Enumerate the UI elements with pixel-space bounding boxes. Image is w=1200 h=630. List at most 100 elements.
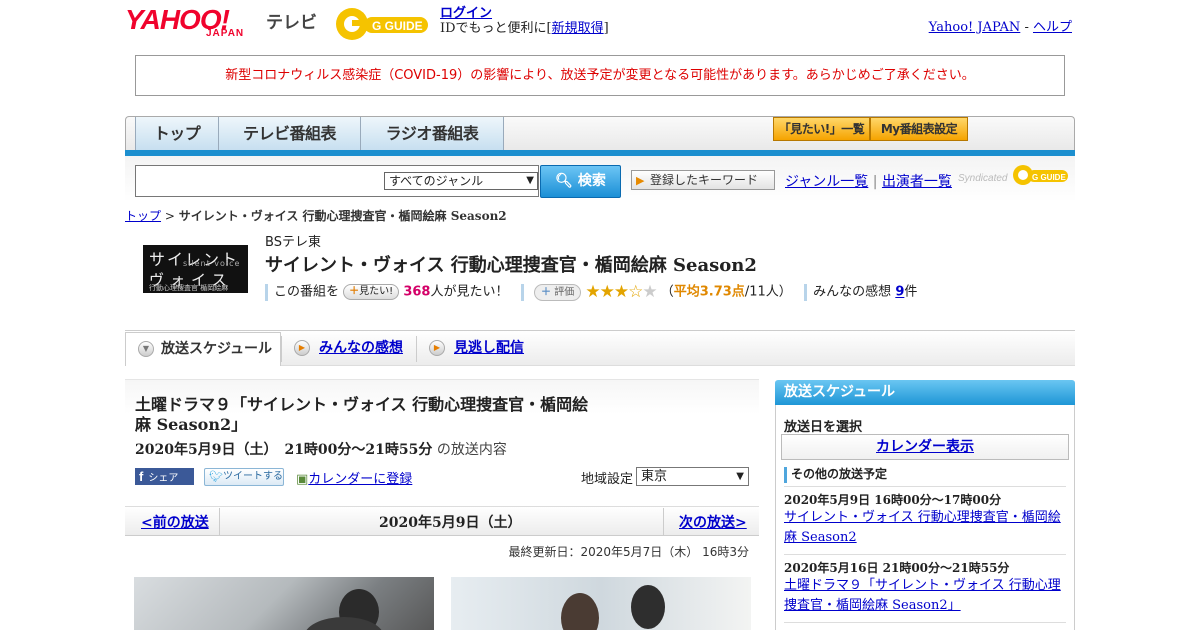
triangle-right-icon: ▶ [636, 174, 645, 187]
facebook-share-label: シェア [148, 473, 179, 484]
signup-link[interactable]: 新規取得 [552, 21, 604, 36]
tab-reviews[interactable]: ▶ みんなの感想 [282, 332, 416, 366]
meta-divider [804, 283, 808, 301]
episode-title-line2: 麻 Season2」 [135, 415, 248, 434]
tv-logo-label[interactable]: テレビ [266, 8, 317, 33]
nav-tab-top[interactable]: トップ [135, 117, 219, 150]
channel-name: BSテレ東 [265, 235, 321, 250]
id-text: IDでもっと便利に[ [440, 21, 552, 36]
help-link[interactable]: ヘルプ [1033, 20, 1072, 35]
keyword-button[interactable]: ▶ 登録したキーワード [631, 170, 775, 190]
facebook-icon: f [139, 469, 144, 484]
nav-tab-tv-schedule[interactable]: テレビ番組表 [219, 117, 361, 150]
program-thumbnail: サイレント silent voice ヴォイス 行動心理捜査官 楯岡絵麻 [143, 245, 248, 293]
reviews-prefix: みんなの感想 [813, 284, 892, 300]
calendar-register[interactable]: ▣カレンダーに登録 [296, 468, 412, 487]
region-selected-value: 東京 [641, 469, 668, 484]
tab-reviews-label: みんなの感想 [319, 340, 403, 356]
gguide-logo[interactable]: G GUIDE [334, 6, 432, 42]
program-meta: この番組を ＋見たい! 368人が見たい！ ＋ 評価 ★★★☆★ （平均3.73… [265, 283, 917, 301]
episode-date: 2020年5月9日（土） 21時00分～21時55分 [135, 442, 433, 458]
breadcrumb-current: サイレント・ヴォイス 行動心理捜査官・楯岡絵麻 Season2 [178, 209, 507, 223]
covid-notice: 新型コロナウィルス感染症（COVID-19）の影響により、放送予定が変更となる可… [135, 55, 1065, 96]
tab-schedule-label: 放送スケジュール [161, 341, 273, 357]
search-icon: 🔍︎ [555, 173, 573, 189]
tab-catchup[interactable]: ▶ 見逃し配信 [417, 332, 547, 366]
nav-tab-radio-schedule[interactable]: ラジオ番組表 [361, 117, 504, 150]
twitter-bird-icon: 🐦︎ [209, 470, 223, 483]
login-link[interactable]: ログイン [440, 6, 492, 21]
last-updated: 最終更新日：2020年5月7日（木） 16時3分 [508, 545, 749, 559]
program-title: サイレント・ヴォイス 行動心理捜査官・楯岡絵麻 Season2 [265, 255, 757, 276]
genre-selected-value: すべてのジャンル [389, 174, 484, 188]
search-button[interactable]: 🔍︎ 検索 [540, 165, 621, 198]
mitai-list-button[interactable]: 「見たい!」一覧 [773, 117, 870, 141]
sidebar-header: 放送スケジュール [775, 380, 1075, 405]
breadcrumb-separator: > [164, 209, 175, 223]
facebook-share-button[interactable]: f シェア [135, 468, 194, 485]
sidebar-divider [784, 622, 1066, 623]
plus-icon: ＋ [349, 286, 360, 297]
rating-stars: ★★★☆★ [585, 282, 657, 302]
tweet-button-label: ツイートする [223, 471, 283, 482]
region-label: 地域設定 [581, 472, 634, 487]
genre-select[interactable]: すべてのジャンル ▼ [384, 172, 538, 190]
region-select[interactable]: 東京 ▼ [636, 467, 749, 486]
schedule-item-date: 2020年5月9日 16時00分～17時00分 [784, 493, 1002, 507]
calendar-display-button[interactable]: カレンダー表示 [781, 434, 1069, 460]
mitai-button[interactable]: ＋見たい! [343, 284, 400, 300]
rating-average: 平均3.73点 [673, 284, 745, 300]
genre-list-link[interactable]: ジャンル一覧 [785, 174, 868, 190]
tab-schedule[interactable]: ▼ 放送スケジュール [125, 332, 281, 366]
yahoo-japan-sublogo: JAPAN [206, 28, 245, 39]
rate-button-label: 評価 [554, 286, 575, 298]
breadcrumb: トップ > サイレント・ヴォイス 行動心理捜査官・楯岡絵麻 Season2 [125, 207, 507, 224]
chevron-down-icon: ▼ [736, 471, 744, 482]
mitai-suffix: 人が見たい！ [430, 284, 509, 300]
meta-divider [265, 283, 268, 301]
schedule-item-link[interactable]: サイレント・ヴォイス 行動心理捜査官・楯岡絵麻 Season2 [784, 508, 1069, 548]
triangle-right-icon: ▶ [429, 340, 445, 356]
triangle-right-icon: ▶ [294, 340, 310, 356]
episode-photo [134, 577, 434, 630]
photo-figure [631, 585, 665, 629]
performer-list-link[interactable]: 出演者一覧 [882, 174, 952, 190]
chevron-down-icon: ▼ [526, 175, 534, 186]
pager-divider [219, 508, 220, 535]
other-broadcasts-label: その他の放送予定 [791, 467, 888, 481]
meta-divider [520, 283, 524, 301]
syndicated-logo-text: G GUIDE [1032, 173, 1066, 182]
sidebar-divider [784, 486, 1066, 487]
gguide-logo-text: G GUIDE [372, 19, 423, 33]
episode-title-line1: 土曜ドラマ９「サイレント・ヴォイス 行動心理捜査官・楯岡絵 [135, 395, 589, 414]
next-broadcast-link[interactable]: 次の放送> [679, 512, 747, 532]
heading-bar [784, 466, 787, 483]
calendar-register-link[interactable]: カレンダーに登録 [308, 472, 412, 487]
mitai-button-label: 見たい! [359, 286, 394, 297]
breadcrumb-top[interactable]: トップ [125, 209, 161, 223]
schedule-item-link[interactable]: 土曜ドラマ９「サイレント・ヴォイス 行動心理捜査官・楯岡絵麻 Season2」 [784, 576, 1069, 616]
yahoo-japan-link[interactable]: Yahoo! JAPAN [929, 20, 1021, 35]
tab-catchup-label: 見逃し配信 [454, 340, 524, 356]
keyword-button-label: 登録したキーワード [650, 173, 759, 187]
my-schedule-button[interactable]: My番組表設定 [870, 117, 968, 141]
rate-button[interactable]: ＋ 評価 [534, 283, 582, 301]
top-links-separator: - [1024, 20, 1029, 35]
other-broadcasts-heading: その他の放送予定 [784, 466, 887, 483]
episode-date-suffix: の放送内容 [436, 442, 507, 458]
id-text-end: ] [603, 21, 609, 36]
prev-broadcast-link[interactable]: <前の放送 [141, 512, 209, 532]
syndicated-text: Syndicated [958, 173, 1008, 184]
genre-links: ジャンル一覧 | 出演者一覧 [785, 171, 952, 191]
pager-current-date: 2020年5月9日（土） [379, 515, 522, 531]
tweet-button[interactable]: 🐦︎ ツイートする [204, 468, 284, 486]
episode-photo [451, 577, 751, 630]
sidebar-divider [784, 554, 1066, 555]
reviews-count-link[interactable]: 9 [895, 285, 904, 300]
thumb-sub: silent voice [183, 259, 241, 268]
rating-count: /11人） [744, 284, 792, 300]
select-date-label: 放送日を選択 [784, 420, 863, 435]
reviews-suffix: 件 [904, 284, 918, 300]
top-links: Yahoo! JAPAN - ヘルプ [929, 16, 1072, 35]
photo-figure [561, 593, 599, 630]
